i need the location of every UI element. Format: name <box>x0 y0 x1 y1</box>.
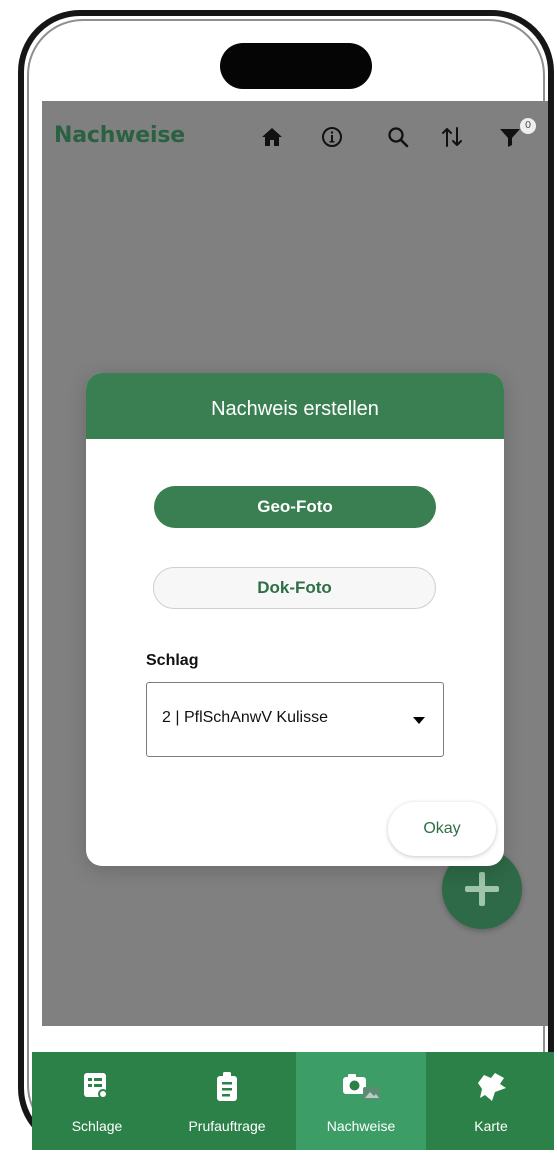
nav-item-schlage[interactable]: Schlage <box>32 1052 162 1150</box>
filter-count-badge: 0 <box>520 118 536 134</box>
page-title: Nachweise <box>54 123 185 148</box>
camera-gallery-icon <box>339 1070 383 1110</box>
okay-button[interactable]: Okay <box>388 802 496 856</box>
map-icon <box>473 1070 509 1108</box>
nav-item-karte[interactable]: Karte <box>426 1052 554 1150</box>
info-icon[interactable] <box>316 121 348 153</box>
dialog-title: Nachweis erstellen <box>86 373 504 439</box>
search-icon[interactable] <box>382 121 414 153</box>
create-proof-dialog: Nachweis erstellen Geo-Foto Dok-Foto Sch… <box>86 373 504 866</box>
nav-label-schlage: Schlage <box>71 1118 123 1134</box>
clipboard-icon <box>210 1070 244 1108</box>
sort-icon[interactable] <box>436 121 468 153</box>
camera-notch <box>220 43 372 89</box>
bottom-navigation: Schlage Prufauftrage Nachweise Karte <box>32 1052 554 1150</box>
fields-icon <box>80 1070 114 1108</box>
app-bar: Nachweise 0 <box>42 101 548 171</box>
home-icon[interactable] <box>256 121 288 153</box>
schlag-select[interactable]: 2 | PflSchAnwV Kulisse <box>146 682 444 757</box>
nav-label-prufauftrage: Prufauftrage <box>188 1118 266 1134</box>
geo-foto-button[interactable]: Geo-Foto <box>154 486 436 528</box>
dropdown-arrow-icon <box>413 717 425 724</box>
nav-item-nachweise[interactable]: Nachweise <box>296 1052 426 1150</box>
schlag-label: Schlag <box>146 652 199 669</box>
dok-foto-button[interactable]: Dok-Foto <box>153 567 436 609</box>
nav-label-karte: Karte <box>474 1118 508 1134</box>
schlag-selected-value: 2 | PflSchAnwV Kulisse <box>162 709 329 726</box>
nav-item-prufauftrage[interactable]: Prufauftrage <box>162 1052 292 1150</box>
nav-label-nachweise: Nachweise <box>326 1118 396 1134</box>
